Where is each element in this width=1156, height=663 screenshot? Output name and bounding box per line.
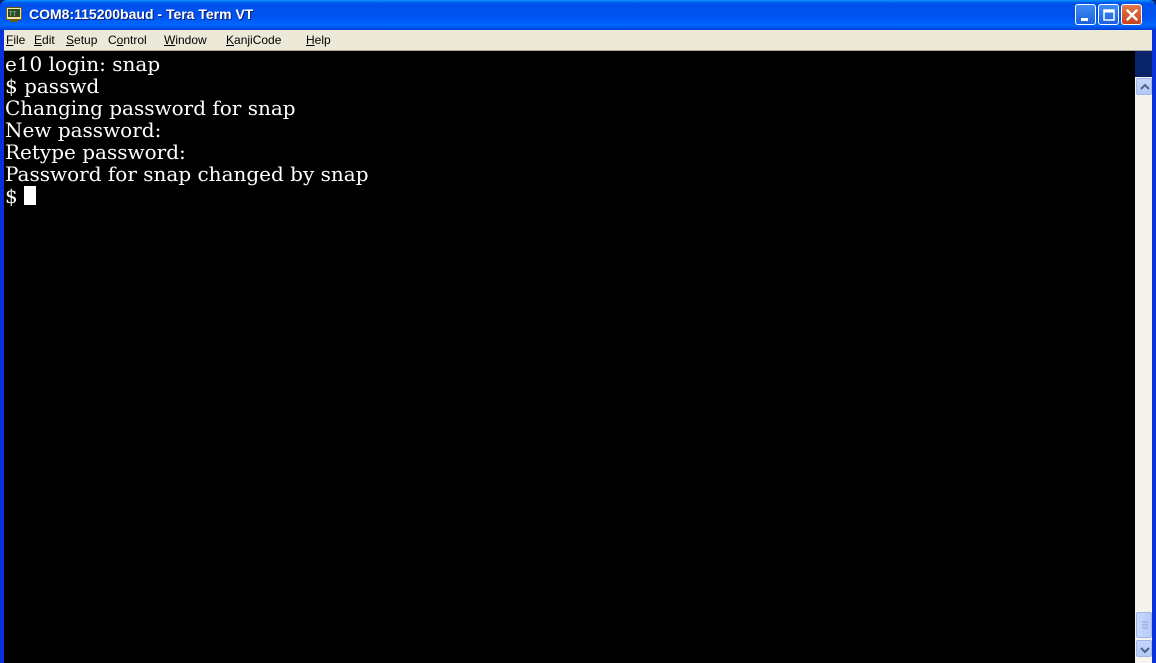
scrollbar-thumb[interactable] bbox=[1136, 612, 1152, 638]
terminal-prompt-line: $ bbox=[5, 185, 369, 207]
terminal-line: Retype password: bbox=[5, 140, 186, 164]
terminal-line: New password: bbox=[5, 118, 162, 142]
maximize-icon bbox=[1103, 9, 1115, 21]
title-bar[interactable]: TT COM8:115200baud - Tera Term VT bbox=[0, 0, 1156, 30]
terminal-line: Changing password for snap bbox=[5, 96, 296, 120]
grip-icon bbox=[1142, 621, 1148, 629]
close-icon bbox=[1126, 9, 1138, 21]
terminal-line: e10 login: snap bbox=[5, 52, 161, 76]
menu-file[interactable]: File bbox=[6, 33, 25, 47]
terminal-line: $ passwd bbox=[5, 74, 100, 98]
window-title: COM8:115200baud - Tera Term VT bbox=[29, 6, 254, 22]
menu-control[interactable]: Control bbox=[108, 33, 147, 47]
chevron-up-icon bbox=[1140, 83, 1150, 90]
menu-window[interactable]: Window bbox=[164, 33, 207, 47]
scroll-up-button[interactable] bbox=[1136, 78, 1152, 95]
tera-term-icon[interactable]: TT bbox=[6, 6, 23, 23]
maximize-button[interactable] bbox=[1098, 4, 1119, 25]
menu-setup[interactable]: Setup bbox=[66, 33, 97, 47]
minimize-button[interactable] bbox=[1075, 4, 1096, 25]
window-frame-right bbox=[1152, 30, 1156, 663]
close-button[interactable] bbox=[1121, 4, 1142, 25]
prompt-text: $ bbox=[5, 184, 25, 208]
menu-bar: File Edit Setup Control Window KanjiCode… bbox=[4, 30, 1152, 50]
tera-term-window: TT COM8:115200baud - Tera Term VT File E… bbox=[0, 0, 1156, 663]
text-cursor bbox=[24, 186, 37, 205]
menu-help[interactable]: Help bbox=[306, 33, 331, 47]
scroll-down-button[interactable] bbox=[1136, 640, 1152, 657]
terminal-line: Password for snap changed by snap bbox=[5, 162, 369, 186]
minimize-icon bbox=[1081, 18, 1088, 21]
menu-kanjicode[interactable]: KanjiCode bbox=[226, 33, 281, 47]
terminal-output: e10 login: snap $ passwd Changing passwo… bbox=[5, 53, 369, 207]
svg-text:TT: TT bbox=[9, 11, 17, 18]
vertical-scrollbar[interactable] bbox=[1135, 77, 1152, 663]
chevron-down-icon bbox=[1140, 647, 1150, 654]
menu-edit[interactable]: Edit bbox=[34, 33, 55, 47]
